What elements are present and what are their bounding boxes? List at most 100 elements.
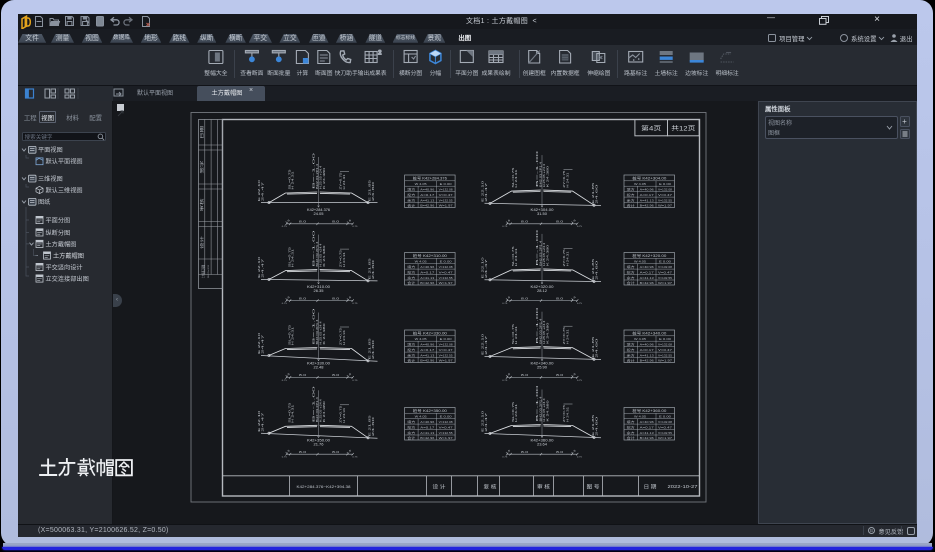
svg-text:8.0: 8.0 (521, 296, 529, 300)
svg-text:B=42.96: B=42.96 (420, 436, 434, 440)
svg-text:W=1.97: W=1.97 (658, 358, 673, 362)
svg-text:填方: 填方 (407, 419, 415, 424)
svg-text:H 24.31: H 24.31 (565, 250, 569, 266)
svg-text:B=42.96: B=42.96 (420, 281, 434, 285)
svg-text:24.47: 24.47 (485, 333, 488, 354)
svg-text:22.48: 22.48 (313, 365, 323, 369)
svg-text:桩号 K42+310.00: 桩号 K42+310.00 (412, 253, 446, 258)
svg-text:W 4.05: W 4.05 (414, 182, 426, 186)
svg-text:K 24.380: K 24.380 (545, 399, 549, 421)
svg-text:挖方: 挖方 (626, 347, 634, 352)
svg-text:A=41.13: A=41.13 (639, 276, 653, 280)
svg-text:V=132.08: V=132.08 (658, 265, 672, 269)
svg-text:V=132.55: V=132.55 (658, 276, 672, 280)
svg-text:H 24.31: H 24.31 (290, 170, 294, 189)
svg-text:E 0.00: E 0.00 (659, 259, 671, 263)
svg-text:H 24.31: H 24.31 (514, 403, 518, 422)
svg-text:1.5: 1.5 (570, 448, 577, 454)
svg-text:A=41.13: A=41.13 (420, 276, 434, 280)
svg-text:V=0.47: V=0.47 (658, 193, 673, 197)
svg-text:1.5: 1.5 (346, 295, 353, 301)
svg-text:1.5: 1.5 (570, 295, 577, 301)
svg-text:H 24.31: H 24.31 (342, 407, 346, 423)
svg-text:0.75: 0.75 (352, 379, 358, 381)
svg-text:A=0.17: A=0.17 (420, 193, 435, 197)
svg-text:0.75: 0.75 (502, 379, 508, 381)
svg-text:8.0: 8.0 (521, 450, 529, 454)
svg-text:2022-10-27: 2022-10-27 (667, 484, 698, 489)
svg-text:B=-1.00: B=-1.00 (534, 383, 538, 421)
svg-text:0.75: 0.75 (576, 226, 582, 228)
svg-text:0.75: 0.75 (502, 226, 508, 228)
svg-text:24.60: 24.60 (595, 182, 598, 203)
svg-text:挖方: 挖方 (626, 424, 634, 429)
svg-text:W 4.05: W 4.05 (414, 259, 426, 263)
svg-text:B=-1.00: B=-1.00 (311, 306, 315, 344)
svg-text:24.05: 24.05 (313, 212, 323, 216)
svg-text:合计: 合计 (626, 280, 634, 285)
svg-text:合计: 合计 (626, 435, 634, 440)
svg-text:V=132.08: V=132.08 (658, 187, 672, 191)
svg-text:W 4.05: W 4.05 (634, 259, 646, 263)
svg-text:设 计: 设 计 (432, 482, 445, 490)
svg-text:B=42.96: B=42.96 (639, 436, 653, 440)
svg-text:BH2.03.2P1.4: BH2.03.2P1.4 (538, 317, 542, 343)
svg-text:0.75: 0.75 (281, 379, 287, 381)
svg-text:23.64: 23.64 (537, 442, 547, 446)
svg-text:挖方: 挖方 (626, 269, 634, 274)
svg-text:24.47: 24.47 (261, 256, 264, 277)
svg-text:A=40.96: A=40.96 (639, 265, 653, 269)
svg-text:W 4.05: W 4.05 (634, 182, 646, 186)
svg-text:V=0.47: V=0.47 (658, 270, 673, 274)
svg-text:2: 2 (378, 51, 382, 57)
svg-text:余方: 余方 (626, 430, 634, 435)
svg-text:1.5: 1.5 (346, 218, 353, 224)
svg-text:审 核: 审 核 (537, 482, 550, 490)
svg-text:H.25.05 +24.4: H.25.05 +24.4 (318, 165, 322, 189)
svg-text:余方: 余方 (407, 430, 415, 435)
svg-text:A=0.17: A=0.17 (420, 348, 435, 352)
svg-text:24.47: 24.47 (485, 410, 488, 431)
svg-text:8.0: 8.0 (299, 450, 307, 454)
svg-text:B=-1.00: B=-1.00 (311, 384, 315, 422)
svg-text:8.0: 8.0 (332, 373, 340, 377)
svg-text:B=-1.00: B=-1.00 (534, 149, 538, 187)
svg-text:BH2.03.2P1.4: BH2.03.2P1.4 (314, 396, 318, 422)
svg-text:K 24.380: K 24.380 (321, 244, 325, 266)
svg-text:E 0.00: E 0.00 (659, 337, 671, 341)
svg-text:A=41.13: A=41.13 (420, 198, 434, 202)
svg-text:E 0.00: E 0.00 (439, 414, 451, 418)
svg-text:A=41.13: A=41.13 (639, 431, 653, 435)
svg-text:H 24.31: H 24.31 (565, 171, 569, 187)
svg-text:K 24.380: K 24.380 (545, 165, 549, 187)
svg-text:V=0.47: V=0.47 (658, 348, 673, 352)
svg-text:图 号: 图 号 (586, 483, 599, 490)
svg-text:BH2.03.2P1.4: BH2.03.2P1.4 (314, 163, 318, 189)
svg-text:24.60: 24.60 (595, 336, 598, 357)
svg-text:V=132.08: V=132.08 (658, 420, 672, 424)
svg-text:V=132.55: V=132.55 (438, 198, 452, 202)
svg-text:余方: 余方 (626, 197, 634, 202)
svg-text:A=40.96: A=40.96 (420, 420, 434, 424)
svg-text:A=41.13: A=41.13 (420, 431, 434, 435)
svg-text:V=132.08: V=132.08 (438, 187, 452, 191)
svg-text:W=1.97: W=1.97 (438, 436, 453, 440)
svg-text:H.25.05 +24.4: H.25.05 +24.4 (541, 242, 545, 266)
svg-text:V=132.55: V=132.55 (658, 353, 672, 357)
svg-text:BH2.03.2P1.4: BH2.03.2P1.4 (314, 318, 318, 344)
svg-text:填方: 填方 (407, 341, 415, 346)
svg-text:A=40.96: A=40.96 (420, 187, 434, 191)
svg-text:V=132.55: V=132.55 (438, 353, 452, 357)
svg-text:B=42.96: B=42.96 (639, 203, 653, 207)
svg-text:桩号 K42+320.00: 桩号 K42+320.00 (632, 253, 666, 258)
svg-text:A=40.96: A=40.96 (639, 187, 653, 191)
svg-text:桩号 K42+340.00: 桩号 K42+340.00 (632, 330, 666, 335)
svg-text:H.25.05 +24.4: H.25.05 +24.4 (541, 397, 545, 421)
svg-text:V=132.55: V=132.55 (438, 276, 452, 280)
svg-text:余方: 余方 (407, 352, 415, 357)
svg-text:8.0: 8.0 (299, 296, 307, 300)
svg-text:V=132.55: V=132.55 (438, 431, 452, 435)
svg-text:E 0.00: E 0.00 (659, 182, 671, 186)
svg-text:8.0: 8.0 (521, 219, 529, 223)
svg-text:合计: 合计 (407, 435, 415, 440)
